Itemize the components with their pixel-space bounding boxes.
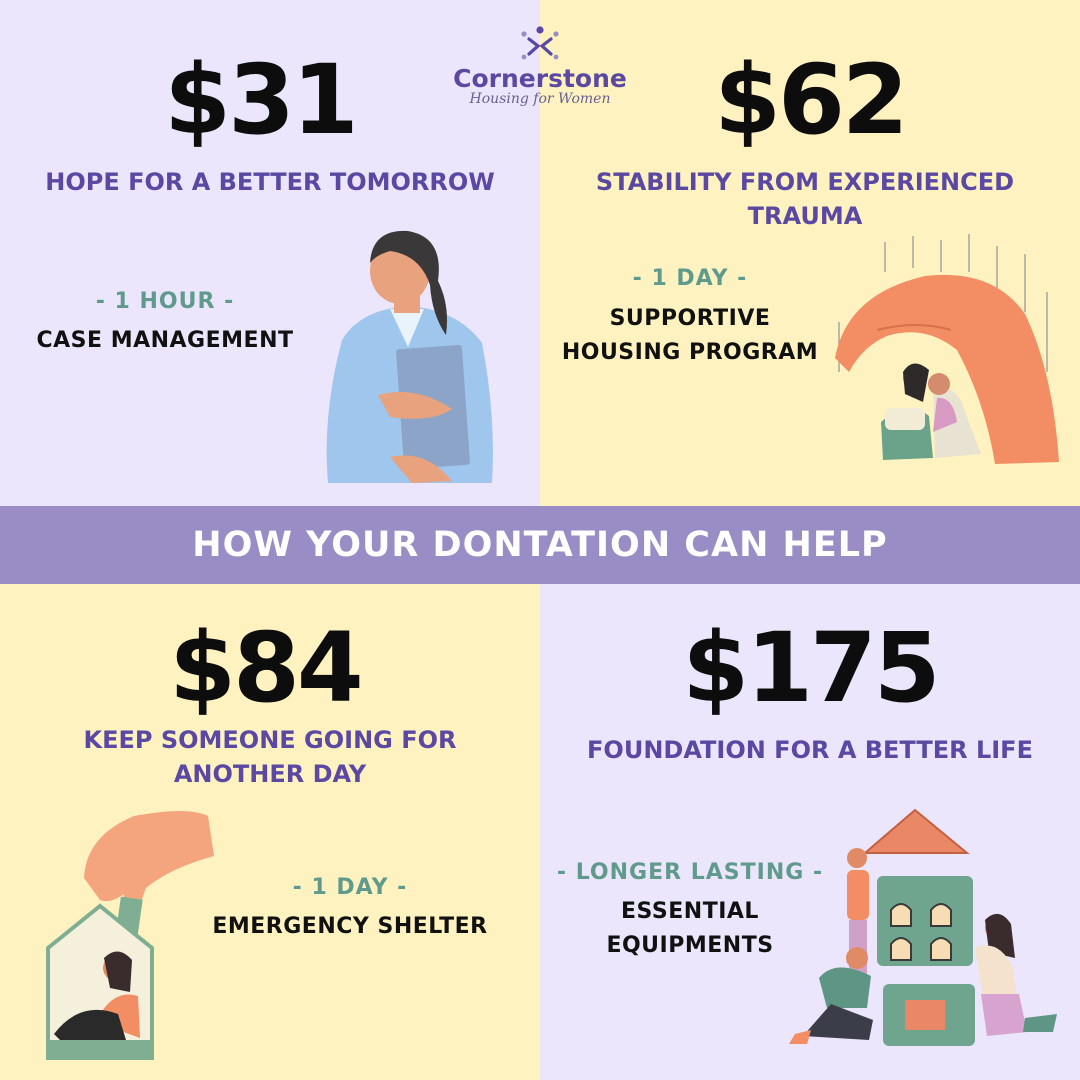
program-84: EMERGENCY SHELTER [200, 910, 500, 944]
tagline-62: STABILITY FROM EXPERIENCED TRAUMA [595, 168, 1015, 230]
price-84: $84 [169, 612, 363, 724]
price-175: $175 [682, 612, 940, 724]
program-62: SUPPORTIVE HOUSING PROGRAM [545, 302, 835, 370]
price-62: $62 [714, 44, 908, 156]
tagline-175: FOUNDATION FOR A BETTER LIFE [587, 736, 1033, 764]
cornerstone-logo: Cornerstone Housing for Women [440, 26, 640, 108]
seated-women [881, 363, 981, 460]
hand-holding-house-illustration [46, 811, 214, 1060]
duration-84: - 1 DAY - [292, 875, 408, 900]
woman-kneeling [975, 913, 1057, 1036]
program-line: SUPPORTIVE [609, 306, 771, 331]
price-31: $31 [164, 44, 358, 156]
program-line: HOUSING PROGRAM [561, 340, 819, 366]
building-puzzle-illustration [789, 808, 1057, 1046]
program-line: EMERGENCY SHELTER [212, 914, 488, 939]
tagline-line: KEEP SOMEONE GOING FOR [83, 726, 457, 754]
logo-subtitle: Housing for Women [469, 91, 611, 107]
woman-with-folder-illustration [326, 230, 493, 483]
donation-banner: HOW YOUR DONTATION CAN HELP [0, 506, 1080, 584]
tagline-31: HOPE FOR A BETTER TOMORROW [45, 168, 495, 196]
tagline-84: KEEP SOMEONE GOING FOR ANOTHER DAY [20, 724, 520, 791]
program-line: CASE MANAGEMENT [36, 328, 294, 353]
man-kneeling [789, 947, 873, 1044]
program-31: CASE MANAGEMENT [20, 324, 310, 358]
cornerstone-logo-icon [521, 26, 559, 60]
duration-62: - 1 DAY - [632, 266, 748, 291]
banner-title: HOW YOUR DONTATION CAN HELP [192, 525, 888, 565]
duration-31: - 1 HOUR - [95, 289, 235, 314]
logo-name: Cornerstone [453, 64, 627, 93]
tagline-line: ANOTHER DAY [173, 759, 367, 788]
sheltering-hand-illustration [835, 234, 1059, 464]
